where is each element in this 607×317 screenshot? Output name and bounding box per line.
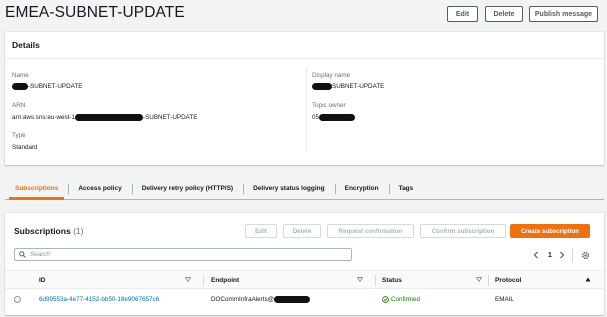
column-header-endpoint[interactable]: Endpoint bbox=[211, 271, 369, 290]
sort-caret-icon bbox=[357, 277, 363, 282]
tab-delivery-retry-policy[interactable]: Delivery retry policy (HTTP/S) bbox=[131, 178, 243, 199]
search-icon bbox=[19, 251, 26, 258]
preferences-button[interactable] bbox=[579, 249, 591, 261]
arn-suffix-text: -SUBNET-UPDATE bbox=[143, 114, 198, 122]
column-divider bbox=[306, 68, 307, 152]
column-header-label: Protocol bbox=[495, 277, 522, 284]
type-value: Standard bbox=[12, 144, 38, 151]
delete-topic-button[interactable]: Delete bbox=[485, 6, 523, 22]
tab-encryption[interactable]: Encryption bbox=[334, 178, 389, 199]
tab-delivery-status-logging[interactable]: Delivery status logging bbox=[243, 178, 335, 199]
pager-divider bbox=[572, 248, 573, 262]
details-heading: Details bbox=[5, 32, 604, 59]
table-header: ID Endpoint Status Protocol bbox=[5, 270, 604, 289]
edit-topic-button[interactable]: Edit bbox=[447, 6, 478, 22]
status-badge: Confirmed bbox=[382, 290, 420, 309]
search-input[interactable] bbox=[30, 249, 330, 260]
row-select-radio[interactable] bbox=[14, 296, 21, 303]
subscriptions-count: (1) bbox=[73, 226, 84, 236]
tab-access-policy[interactable]: Access policy bbox=[68, 178, 131, 199]
topic-owner-value: 05 bbox=[312, 114, 356, 122]
gear-icon bbox=[581, 251, 589, 259]
subscriptions-panel: Subscriptions (1) Edit Delete Request co… bbox=[5, 213, 604, 315]
column-header-status[interactable]: Status bbox=[382, 271, 488, 290]
column-header-label: Endpoint bbox=[211, 277, 240, 284]
redacted-block bbox=[274, 296, 311, 303]
edit-subscription-button[interactable]: Edit bbox=[245, 224, 277, 238]
check-circle-icon bbox=[382, 296, 389, 303]
delete-subscription-button[interactable]: Delete bbox=[283, 224, 321, 238]
tab-bar: Subscriptions Access policy Delivery ret… bbox=[5, 178, 604, 200]
create-subscription-button[interactable]: Create subscription bbox=[510, 224, 590, 238]
display-name-label: Display name bbox=[312, 72, 351, 79]
column-separator bbox=[488, 275, 489, 286]
publish-message-button[interactable]: Publish message bbox=[529, 6, 598, 22]
redacted-block bbox=[75, 114, 143, 121]
chevron-right-icon bbox=[560, 251, 565, 259]
topic-owner-text: 05 bbox=[312, 114, 320, 122]
redacted-block bbox=[319, 114, 356, 121]
endpoint-value: DOCommInfraAlerts@ bbox=[211, 290, 311, 309]
sort-ascending-icon bbox=[585, 277, 591, 282]
display-name-text: SUBNET-UPDATE bbox=[332, 83, 385, 91]
status-text: Confirmed bbox=[391, 296, 421, 303]
next-page-button[interactable] bbox=[558, 249, 566, 261]
subscriptions-title-text: Subscriptions bbox=[14, 226, 71, 236]
column-header-label: ID bbox=[39, 277, 46, 284]
tab-subscriptions[interactable]: Subscriptions bbox=[5, 178, 68, 200]
request-confirmation-button[interactable]: Request confirmation bbox=[327, 224, 414, 238]
chevron-left-icon bbox=[533, 251, 538, 259]
arn-prefix-text: arn:aws:sns:eu-west-1 bbox=[12, 114, 75, 122]
current-page-number[interactable]: 1 bbox=[545, 249, 555, 261]
column-separator bbox=[203, 275, 204, 286]
subscriptions-title: Subscriptions (1) bbox=[14, 226, 83, 236]
protocol-value: EMAIL bbox=[495, 296, 514, 303]
subscription-id-link[interactable]: 6d99553a-4e77-4152-bb50-18e9067657c6 bbox=[39, 290, 159, 309]
sort-caret-icon bbox=[476, 277, 482, 282]
tab-tags[interactable]: Tags bbox=[388, 178, 424, 199]
confirm-subscription-button[interactable]: Confirm subscription bbox=[420, 224, 506, 238]
endpoint-text: DOCommInfraAlerts@ bbox=[211, 296, 275, 303]
column-separator bbox=[375, 275, 376, 286]
page-header: EMEA-SUBNET-UPDATE Edit Delete Publish m… bbox=[0, 0, 607, 28]
display-name-value: SUBNET-UPDATE bbox=[312, 83, 384, 90]
previous-page-button[interactable] bbox=[532, 249, 540, 261]
name-label: Name bbox=[12, 72, 29, 79]
table-row[interactable]: 6d99553a-4e77-4152-bb50-18e9067657c6 DOC… bbox=[5, 290, 604, 309]
type-label: Type bbox=[12, 132, 26, 139]
name-text: -SUBNET-UPDATE bbox=[28, 83, 83, 91]
redacted-block bbox=[312, 83, 332, 90]
redacted-block bbox=[12, 83, 28, 90]
page-title: EMEA-SUBNET-UPDATE bbox=[5, 4, 185, 21]
arn-value: arn:aws:sns:eu-west-1 -SUBNET-UPDATE bbox=[12, 114, 197, 121]
column-header-label: Status bbox=[382, 277, 402, 284]
column-header-id[interactable]: ID bbox=[39, 271, 197, 290]
column-header-protocol[interactable]: Protocol bbox=[495, 271, 595, 290]
sort-caret-icon bbox=[185, 277, 191, 282]
arn-label: ARN bbox=[12, 102, 26, 109]
name-value: -SUBNET-UPDATE bbox=[12, 83, 82, 90]
details-panel: Details Name -SUBNET-UPDATE ARN arn:aws:… bbox=[5, 32, 604, 165]
search-box[interactable] bbox=[14, 248, 352, 261]
topic-owner-label: Topic owner bbox=[312, 102, 346, 109]
